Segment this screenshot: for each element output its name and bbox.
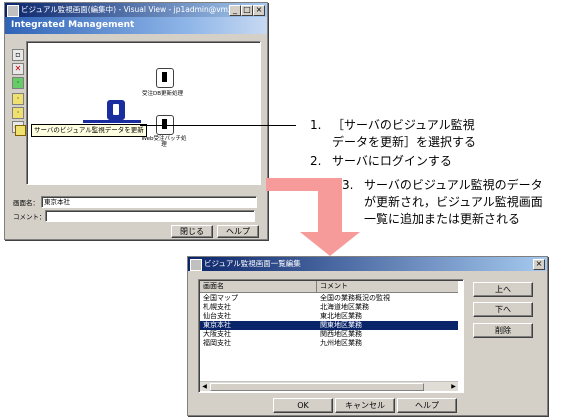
step-text: サーバにログインする (332, 154, 452, 168)
row-comment: 全国の業務概況の監視 (320, 294, 390, 302)
context-tooltip[interactable]: サーバのビジュアル監視データを更新 (31, 124, 147, 137)
list-row[interactable]: 福岡支社 九州地区業務 (200, 339, 458, 348)
cancel-button[interactable]: キャンセル (335, 398, 395, 413)
step-1: 1. ［サーバのビジュアル監視 データを更新］を選択する (310, 117, 476, 151)
list-row[interactable]: 札幌支社 北海道地区業務 (200, 303, 458, 312)
scroll-right-icon[interactable]: ▶ (449, 382, 458, 391)
server-node-icon[interactable] (156, 68, 174, 88)
row-name: 福岡支社 (203, 339, 231, 347)
scroll-thumb[interactable] (210, 383, 424, 391)
step-number: 2. (310, 154, 322, 168)
scroll-left-icon[interactable]: ◀ (200, 382, 209, 391)
app-icon (7, 5, 19, 17)
select-tool-icon[interactable]: ▫ (12, 49, 24, 61)
node-label: Web受注バッチ処理 (141, 136, 187, 148)
visual-view-window: ビジュアル監視画面(編集中) - Visual View - jp1admin@… (4, 2, 268, 240)
row-comment: 北海道地区業務 (320, 303, 369, 311)
row-comment: 東北地区業務 (320, 312, 362, 320)
map-canvas[interactable]: 受注DB更新処理 Web受注バッチ処理 サーバのビジュアル監視データを更新 (26, 41, 261, 185)
selection-bar (83, 120, 141, 123)
comment-label: コメント： (13, 213, 46, 221)
screen-list[interactable]: 画面名 コメント 全国マップ 全国の業務概況の監視 札幌支社 北海道地区業務 仙… (198, 279, 464, 393)
ok-button[interactable]: OK (273, 398, 333, 413)
screen-name-field[interactable]: 東京本社 (41, 196, 257, 208)
step-2: 2. サーバにログインする (310, 153, 452, 170)
step-number: 1. (310, 118, 322, 132)
delete-button[interactable]: 削除 (473, 323, 533, 338)
row-name: 仙台支社 (203, 312, 231, 320)
step-text: ［サーバのビジュアル監視 (332, 118, 475, 132)
step-text: データを更新］を選択する (332, 135, 477, 149)
node-label: 受注DB更新処理 (142, 91, 184, 97)
step-text: 一覧に追加または更新される (364, 212, 521, 226)
screen-name-label: 画面名： (13, 199, 39, 207)
screen-list-edit-dialog: ビジュアル監視画面一覧編集 × 画面名 コメント 全国マップ 全国の業務概況の監… (187, 256, 548, 416)
step-text: サーバのビジュアル監視のデータ (364, 178, 543, 192)
step-text: が更新され，ビジュアル監視画面 (364, 195, 543, 209)
move-down-button[interactable]: 下へ (473, 302, 533, 317)
column-header-comment[interactable]: コメント (316, 281, 348, 292)
list-row-selected[interactable]: 東京本社 関東地区業務 (200, 321, 458, 330)
flow-arrow (318, 178, 342, 234)
list-row[interactable]: 仙台支社 東北地区業務 (200, 312, 458, 321)
maximize-button[interactable]: □ (241, 5, 253, 16)
close-window-button[interactable]: × (253, 5, 265, 16)
delete-tool-icon[interactable]: ✕ (12, 63, 24, 75)
row-comment: 九州地区業務 (320, 339, 362, 347)
step-3: 3. サーバのビジュアル監視のデータ が更新され，ビジュアル監視画面 一覧に追加ま… (342, 177, 543, 228)
folder-tool-icon[interactable]: · (12, 93, 24, 105)
list-header: 画面名 コメント (200, 281, 458, 293)
row-name: 東京本社 (203, 321, 231, 329)
dialog-titlebar[interactable]: ビジュアル監視画面一覧編集 × (188, 257, 547, 271)
row-comment: 関西地区業務 (320, 330, 362, 338)
selected-server-node-icon[interactable] (107, 100, 125, 120)
row-name: 大阪支社 (203, 330, 231, 338)
close-button[interactable]: 閉じる (171, 225, 213, 238)
vertical-toolbar: ▫ ✕ · · · ▭ (12, 49, 24, 135)
edit-tool-icon[interactable]: · (12, 107, 24, 119)
list-row[interactable]: 大阪支社 関西地区業務 (200, 330, 458, 339)
flow-arrow-head (300, 232, 360, 256)
minimize-button[interactable]: _ (229, 5, 241, 16)
close-dialog-button[interactable]: × (533, 259, 545, 270)
horizontal-scrollbar[interactable]: ◀ ▶ (200, 381, 458, 391)
window-titlebar[interactable]: ビジュアル監視画面(編集中) - Visual View - jp1admin@… (5, 3, 267, 17)
column-header-name[interactable]: 画面名 (203, 281, 224, 292)
update-menu-icon[interactable] (15, 125, 26, 136)
window-title: ビジュアル監視画面(編集中) - Visual View - jp1admin@… (21, 5, 247, 14)
row-name: 全国マップ (203, 294, 238, 302)
callout-line (140, 125, 296, 126)
step-number: 3. (342, 178, 354, 192)
banner-title: Integrated Management (5, 17, 267, 34)
help-button[interactable]: ヘルプ (217, 225, 259, 238)
dialog-title: ビジュアル監視画面一覧編集 (204, 259, 301, 268)
comment-field[interactable] (45, 210, 255, 222)
help-button[interactable]: ヘルプ (397, 398, 457, 413)
list-row[interactable]: 全国マップ 全国の業務概況の監視 (200, 294, 458, 303)
move-up-button[interactable]: 上へ (473, 282, 533, 297)
row-comment: 関東地区業務 (320, 321, 362, 329)
map-tool-icon[interactable]: · (12, 77, 24, 89)
app-icon (190, 259, 202, 271)
row-name: 札幌支社 (203, 303, 231, 311)
